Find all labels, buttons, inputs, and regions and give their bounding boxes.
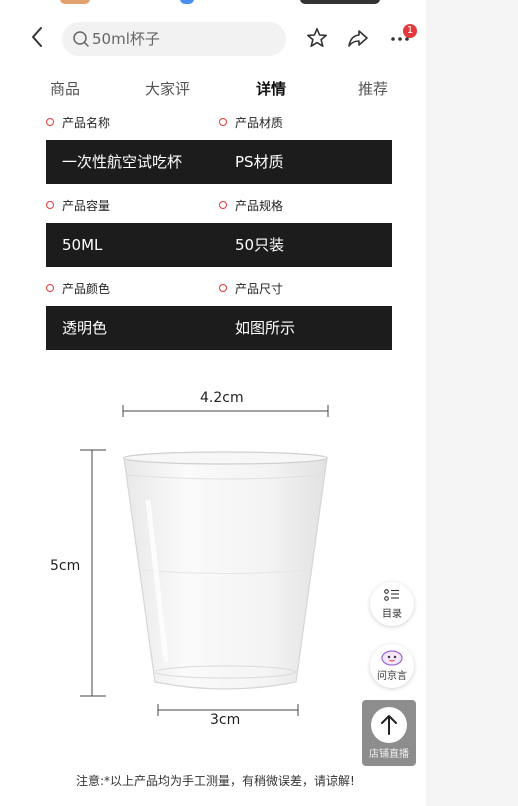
spec-value: 如图所示	[235, 319, 296, 337]
notification-badge: 1	[403, 24, 417, 38]
dimension-width-top: 4.2cm	[200, 390, 244, 406]
mascot-icon	[381, 650, 403, 666]
chevron-left-icon	[32, 27, 42, 47]
spec-row: 50ML 50只装	[46, 223, 392, 267]
share-icon[interactable]	[346, 26, 370, 50]
toc-label: 目录	[382, 609, 402, 620]
spec-label: 产品名称	[46, 116, 110, 130]
search-input[interactable]: 50ml杯子	[62, 22, 286, 56]
spec-row: 透明色 如图所示	[46, 306, 392, 350]
spec-label-text: 产品材质	[235, 116, 284, 130]
status-bar	[0, 0, 426, 8]
search-placeholder: 50ml杯子	[92, 30, 160, 48]
tab-details[interactable]: 详情	[256, 78, 286, 100]
spec-label: 产品容量	[46, 199, 110, 213]
status-bar-indicator	[60, 0, 90, 4]
search-icon	[73, 31, 89, 47]
dimension-width-bottom: 3cm	[210, 712, 241, 728]
scroll-top-button[interactable]	[371, 707, 407, 743]
spec-label-text: 产品尺寸	[235, 282, 284, 296]
measurement-note: 注意:*以上产品均为手工测量，有稍微误差，请谅解!	[76, 774, 355, 788]
spec-row: 一次性航空试吃杯 PS材质	[46, 140, 392, 184]
spec-value: 一次性航空试吃杯	[62, 153, 183, 171]
spec-label: 产品颜色	[46, 282, 110, 296]
dimension-height: 5cm	[50, 558, 81, 574]
spec-value: 透明色	[62, 319, 108, 337]
status-bar-indicator	[180, 0, 194, 4]
spec-label: 产品规格	[219, 199, 283, 213]
spec-value: 50ML	[62, 236, 103, 254]
product-image	[80, 405, 329, 716]
spec-label-text: 产品规格	[235, 199, 284, 213]
spec-label-text: 产品容量	[62, 199, 111, 213]
spec-label-text: 产品颜色	[62, 282, 111, 296]
status-bar-indicator	[300, 0, 380, 4]
background-gutter	[426, 0, 518, 806]
bullet-icon	[46, 284, 54, 292]
store-live-button[interactable]: 店铺直播	[362, 700, 416, 766]
bullet-icon	[219, 284, 227, 292]
bullet-icon	[46, 118, 54, 126]
arrow-up-icon	[381, 715, 397, 735]
spec-value: 50只装	[235, 236, 285, 254]
bullet-icon	[219, 201, 227, 209]
store-live-label: 店铺直播	[369, 749, 409, 760]
spec-label: 产品尺寸	[219, 282, 283, 296]
tab-reviews[interactable]: 大家评	[145, 78, 190, 100]
bullet-icon	[46, 201, 54, 209]
toc-button[interactable]: 目录	[370, 582, 414, 626]
spec-label-text: 产品名称	[62, 116, 111, 130]
tab-recommend[interactable]: 推荐	[358, 78, 388, 100]
assistant-label: 问京言	[377, 671, 407, 682]
top-bar: 50ml杯子 1	[0, 16, 426, 62]
product-detail-page: 50ml杯子 1 商品 大家评 详情 推荐 产品名称 产品材质 一次性航空试吃杯…	[0, 0, 426, 806]
star-icon[interactable]	[305, 26, 329, 50]
spec-label: 产品材质	[219, 116, 283, 130]
assistant-button[interactable]: 问京言	[370, 644, 414, 688]
back-button[interactable]	[26, 24, 52, 50]
tab-bar: 商品 大家评 详情 推荐	[0, 78, 426, 100]
tab-products[interactable]: 商品	[50, 78, 80, 100]
spec-value: PS材质	[235, 153, 284, 171]
bullet-icon	[219, 118, 227, 126]
list-icon	[384, 589, 399, 601]
